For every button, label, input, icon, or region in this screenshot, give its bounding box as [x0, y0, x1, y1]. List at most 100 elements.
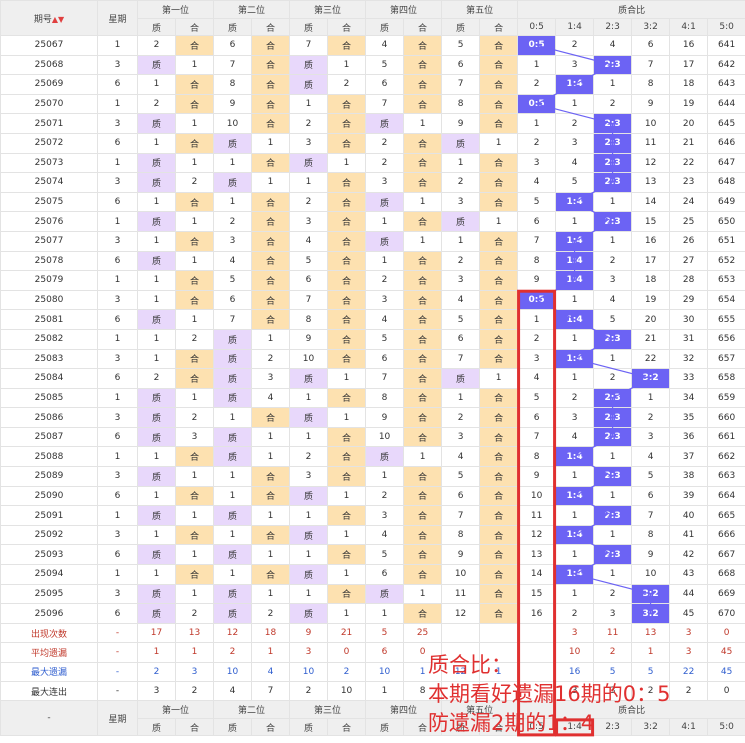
- zhi-marker: 质: [137, 603, 176, 624]
- zhi-marker: 质: [137, 172, 176, 193]
- weekday-cell: 3: [97, 524, 138, 546]
- footer-pos1: 第一位: [136, 700, 215, 720]
- he-marker: 合: [403, 93, 443, 115]
- omission-cell: 1: [213, 152, 253, 174]
- omission-cell: 1: [327, 564, 367, 585]
- omission-cell: 5: [213, 270, 253, 291]
- table-row: 25067 1 2 合 6 合 7 合 4 合 5 合 0:5 2 4 6 16 641: [0, 35, 745, 56]
- table-row: 25095 3 质 1 质 1 1 合质 1 11 合 15 1 2 3:2 44 669: [0, 583, 745, 605]
- he-marker: 合: [174, 270, 215, 291]
- stats-value: 13: [174, 622, 215, 644]
- ratio-omission-cell: 14: [631, 191, 671, 213]
- weekday-cell: 1: [97, 328, 138, 350]
- he-marker: 合: [327, 466, 367, 487]
- stats-value: 5: [365, 622, 405, 644]
- omission-cell: 7: [289, 289, 329, 311]
- period-cell: 25081: [0, 309, 98, 330]
- ratio-omission-cell: 5: [631, 466, 671, 487]
- pos5-header: 第五位: [441, 0, 519, 19]
- stats-value: 1: [365, 680, 405, 702]
- table-row: 25080 3 1 合 6 合 7 合 3 合 4 合 0:5 1 4 19 29 654: [0, 289, 745, 311]
- weekday-cell: 1: [97, 446, 138, 468]
- stats-value: 17: [137, 622, 176, 644]
- omission-cell: 1: [327, 524, 367, 546]
- subhead-ratio-3: 3:2: [631, 18, 671, 36]
- omission-cell: 5: [365, 328, 405, 350]
- table-row: 25082 1 1 2 质 1 9 合 5 合 6 合 2 1 2:3 21 31 656: [0, 328, 745, 350]
- omission-cell: 1: [174, 466, 215, 487]
- omission-cell: 1: [403, 583, 443, 605]
- omission-cell: 9: [289, 328, 329, 350]
- omission-cell: 11: [441, 583, 481, 605]
- period-cell: 25067: [0, 35, 98, 56]
- stats-value: 12: [213, 622, 253, 644]
- ratio-omission-cell: 14: [517, 564, 557, 585]
- table-row: 25071 3 质 1 10 合 2 合质 1 9 合 1 2 2:3 10 20 645: [0, 113, 745, 134]
- weekday-cell: 1: [97, 505, 138, 526]
- ratio-omission-cell: 44: [669, 583, 709, 605]
- ratio-omission-cell: 657: [707, 348, 745, 370]
- omission-cell: 7: [365, 368, 405, 389]
- period-header[interactable]: 期号▲▼: [0, 0, 98, 36]
- ratio-omission-cell: 26: [669, 230, 709, 252]
- ratio-omission-cell: 4: [517, 172, 557, 193]
- omission-cell: 1: [403, 191, 443, 213]
- he-marker: 合: [251, 74, 291, 95]
- he-marker: 合: [327, 132, 367, 154]
- stats-value: -: [97, 622, 138, 644]
- stats-value: 3: [289, 642, 329, 663]
- ratio-omission-cell: 1: [593, 564, 633, 585]
- stats-value: 45: [707, 661, 745, 682]
- weekday-cell: 3: [97, 113, 138, 134]
- weekday-cell: 1: [97, 35, 138, 56]
- ratio-omission-cell: 1: [555, 93, 595, 115]
- zhi-marker: 质: [441, 211, 481, 232]
- omission-cell: 1: [289, 387, 329, 409]
- zhi-marker: 质: [137, 407, 176, 428]
- period-cell: 25072: [0, 132, 98, 154]
- footsub-pos3-he: 合: [327, 718, 367, 737]
- omission-cell: 4: [441, 446, 481, 468]
- he-marker: 合: [403, 270, 443, 291]
- table-row: 25078 6 质 1 4 合 5 合 1 合 2 合 8 1:4 2 17 27 652: [0, 250, 745, 272]
- ratio-omission-cell: 3: [593, 603, 633, 624]
- omission-cell: 1: [174, 211, 215, 232]
- he-marker: 合: [403, 35, 443, 56]
- he-marker: 合: [403, 328, 443, 350]
- he-marker: 合: [251, 93, 291, 115]
- ratio-omission-cell: 651: [707, 230, 745, 252]
- zhi-marker: 质: [213, 426, 253, 448]
- stats-value: 3: [137, 680, 176, 702]
- ratio-omission-cell: 20: [631, 309, 671, 330]
- period-cell: 25080: [0, 289, 98, 311]
- ratio-omission-cell: 12: [631, 152, 671, 174]
- omission-cell: 3: [174, 426, 215, 448]
- he-marker: 合: [403, 132, 443, 154]
- sort-icon[interactable]: ▲▼: [52, 15, 64, 24]
- omission-cell: 1: [174, 583, 215, 605]
- zhi-marker: 质: [441, 368, 481, 389]
- he-marker: 合: [327, 113, 367, 134]
- ratio-omission-cell: 1: [593, 230, 633, 252]
- period-cell: 25091: [0, 505, 98, 526]
- weekday-cell: 3: [97, 348, 138, 370]
- zhi-marker: 质: [213, 583, 253, 605]
- weekday-cell: 1: [97, 211, 138, 232]
- stats-value: 21: [327, 622, 367, 644]
- omission-cell: 1: [251, 426, 291, 448]
- omission-cell: 1: [137, 191, 176, 213]
- omission-cell: 1: [251, 172, 291, 193]
- ratio-hit-cell: 2:3: [593, 211, 633, 232]
- period-cell: 25096: [0, 603, 98, 624]
- annotation: 质合比： 本期看好遗漏16期的0：5 防遗漏2期的1：4: [428, 651, 670, 738]
- ratio-omission-cell: 7: [517, 230, 557, 252]
- ratio-hit-cell: 1:4: [555, 309, 595, 330]
- omission-cell: 1: [251, 446, 291, 468]
- he-marker: 合: [327, 544, 367, 566]
- ratio-hit-cell: 0:5: [517, 289, 557, 311]
- he-marker: 合: [479, 172, 519, 193]
- omission-cell: 1: [137, 132, 176, 154]
- stats-value: 9: [289, 622, 329, 644]
- table-row: 25094 1 1 合 1 合质 1 6 合 10 合 14 1:4 1 10 43 668: [0, 564, 745, 585]
- he-marker: 合: [479, 466, 519, 487]
